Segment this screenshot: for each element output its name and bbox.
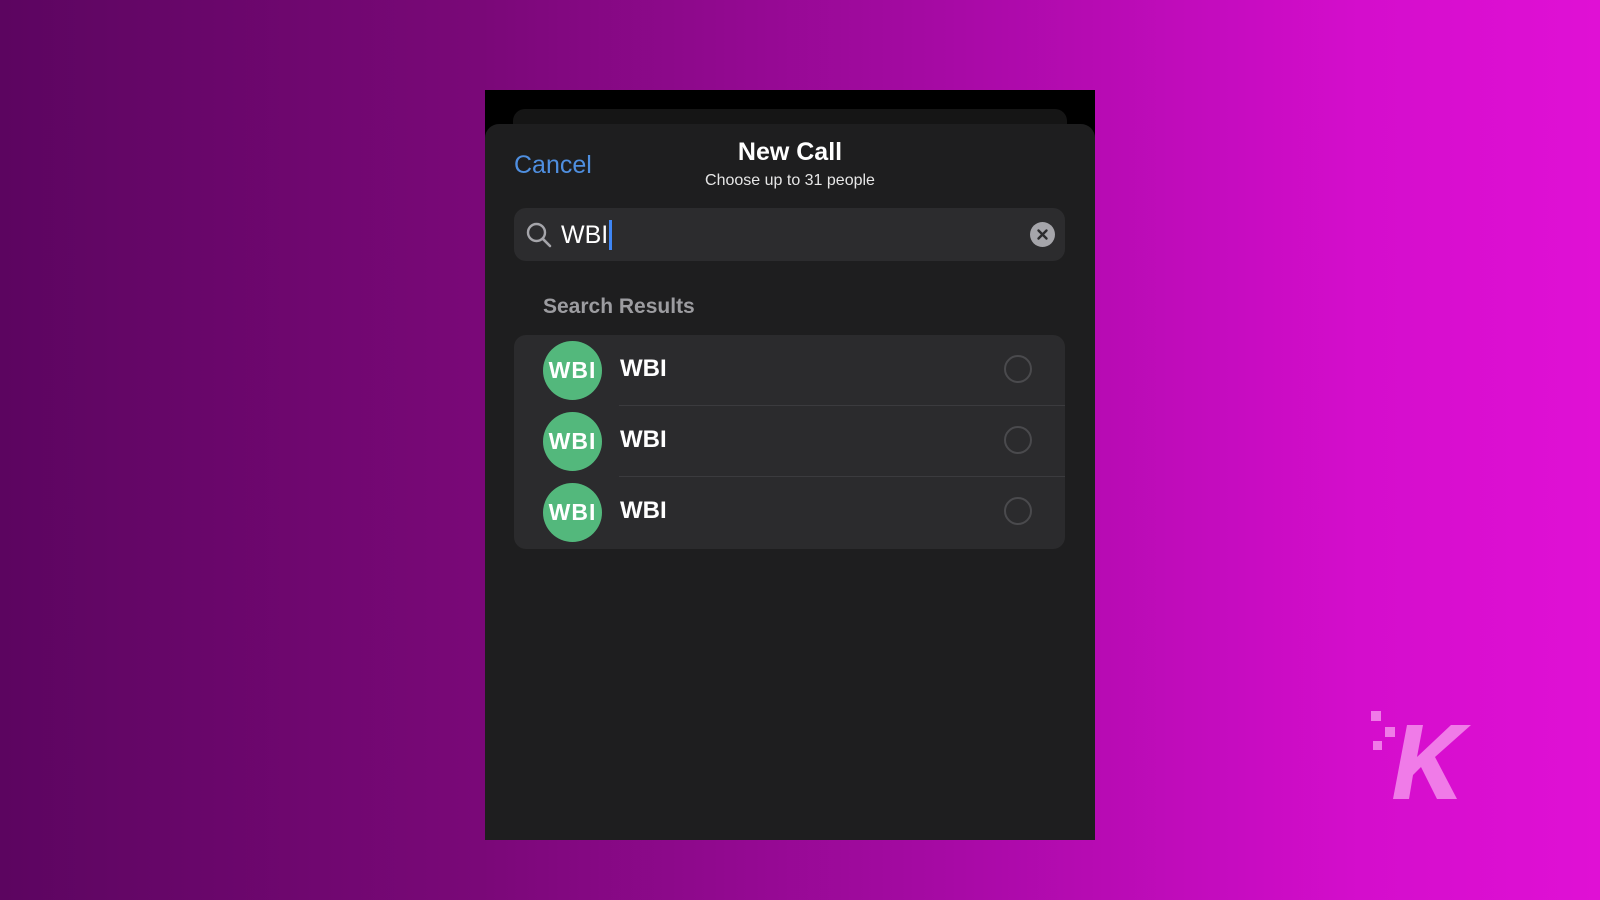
search-input-text: WBI bbox=[561, 221, 609, 249]
select-radio[interactable] bbox=[1004, 426, 1032, 454]
new-call-sheet: Cancel New Call Choose up to 31 people W… bbox=[485, 124, 1095, 840]
list-item[interactable]: WBI WBI bbox=[514, 406, 1065, 477]
k-logo-icon bbox=[1365, 705, 1475, 805]
contact-name: WBI bbox=[620, 426, 667, 453]
search-results-list: WBI WBI WBI WBI WBI WBI bbox=[514, 335, 1065, 549]
sheet-title: New Call bbox=[737, 138, 843, 166]
avatar-initials: WBI bbox=[548, 499, 597, 525]
select-radio[interactable] bbox=[1004, 355, 1032, 383]
sheet-subtitle: Choose up to 31 people bbox=[705, 172, 875, 189]
contact-name: WBI bbox=[620, 497, 667, 524]
contact-name: WBI bbox=[620, 355, 667, 382]
list-item[interactable]: WBI WBI bbox=[514, 335, 1065, 406]
phone-screen: Cancel New Call Choose up to 31 people W… bbox=[485, 90, 1095, 840]
avatar-initials: WBI bbox=[548, 357, 597, 383]
search-input[interactable]: WBI bbox=[561, 220, 613, 250]
avatar: WBI bbox=[543, 412, 602, 471]
search-results-header: Search Results bbox=[543, 295, 695, 318]
list-item[interactable]: WBI WBI bbox=[514, 477, 1065, 548]
clear-icon[interactable] bbox=[1030, 222, 1055, 247]
avatar: WBI bbox=[543, 341, 602, 400]
avatar-initials: WBI bbox=[548, 428, 597, 454]
avatar: WBI bbox=[543, 483, 602, 542]
search-bar[interactable]: WBI bbox=[514, 208, 1065, 261]
select-radio[interactable] bbox=[1004, 497, 1032, 525]
search-icon bbox=[525, 221, 553, 249]
text-caret bbox=[609, 220, 613, 250]
